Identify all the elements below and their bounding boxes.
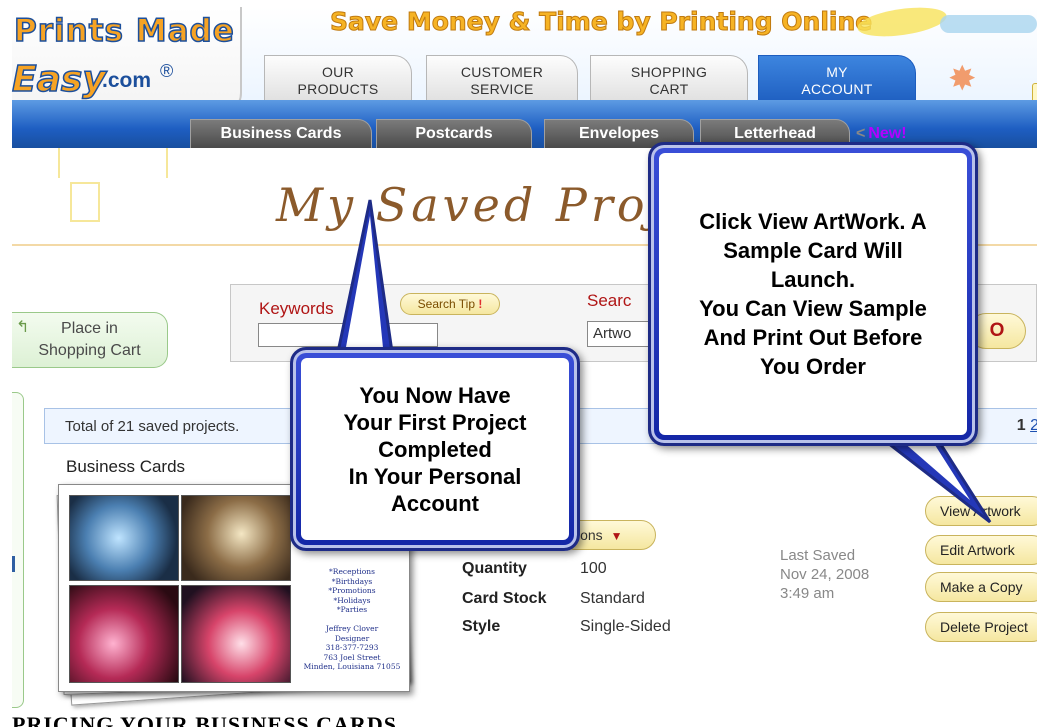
- view-artwork-button[interactable]: View Artwork: [925, 496, 1037, 526]
- search-tip-label: Search Tip: [417, 297, 476, 311]
- keywords-label: Keywords: [259, 299, 334, 318]
- logo-suffix: .com: [102, 69, 152, 92]
- card-text: *Receptions *Birthdays *Promotions *Holi…: [303, 567, 401, 671]
- callout-view-artwork: Click View ArtWork. A Sample Card Will L…: [648, 142, 978, 446]
- detail-key-card-stock: Card Stock: [462, 590, 547, 607]
- last-saved-time: 3:49 am: [780, 585, 835, 602]
- subtab-business-cards[interactable]: Business Cards: [190, 119, 372, 148]
- place-in-cart-label: Place in Shopping Cart: [38, 320, 141, 359]
- detail-key-quantity: Quantity: [462, 560, 527, 577]
- exclamation-icon: !: [478, 297, 483, 311]
- page: Prints Made Easy .com ® Save Money & Tim…: [0, 0, 1037, 727]
- make-a-copy-button[interactable]: Make a Copy: [925, 572, 1037, 602]
- decorative-frame: [58, 148, 168, 178]
- subtab-new-label: New!: [868, 124, 907, 142]
- detail-value-style: Single-Sided: [580, 618, 671, 635]
- subtab-postcards[interactable]: Postcards: [376, 119, 532, 148]
- page-title: My Saved Proje: [276, 178, 699, 232]
- card-photo: [181, 585, 291, 683]
- logo-registered-mark: ®: [160, 61, 174, 81]
- decorative-frame: [70, 182, 100, 222]
- total-projects: Total of 21 saved projects.: [65, 418, 240, 435]
- detail-value-quantity: 100: [580, 560, 607, 577]
- place-in-cart-button[interactable]: ↰ Place in Shopping Cart: [12, 312, 168, 368]
- caret-down-icon: ▼: [610, 529, 623, 543]
- tagline: Save Money & Time by Printing Online: [329, 7, 873, 37]
- tab-our-products[interactable]: OUR PRODUCTS: [264, 55, 412, 105]
- options-label: ions: [577, 527, 603, 543]
- cart-arrow-icon: ↰: [16, 319, 30, 336]
- star-icon: ✸: [948, 60, 977, 98]
- last-saved-label: Last Saved: [780, 547, 856, 564]
- logo-line-1: Prints Made: [13, 12, 235, 50]
- tab-my-account[interactable]: MY ACCOUNT: [758, 55, 916, 105]
- search-tip-button[interactable]: Search Tip !: [400, 293, 500, 315]
- section-heading: Business Cards: [66, 457, 186, 476]
- card-photo: [69, 495, 179, 581]
- search-in-label: Searc: [587, 291, 632, 310]
- side-panel-edge: [12, 392, 24, 708]
- delete-project-button[interactable]: Delete Project: [925, 612, 1037, 642]
- keywords-input[interactable]: [258, 323, 438, 347]
- card-photo: [69, 585, 179, 683]
- detail-key-style: Style: [462, 618, 501, 635]
- callout-view-artwork-text: Click View ArtWork. A Sample Card Will L…: [659, 153, 967, 435]
- side-marker: [12, 556, 15, 572]
- callout-first-project: You Now Have Your First Project Complete…: [290, 347, 580, 551]
- last-saved-date: Nov 24, 2008: [780, 566, 870, 583]
- detail-value-card-stock: Standard: [580, 590, 645, 607]
- bottom-heading: PRICING YOUR BUSINESS CARDS: [12, 712, 397, 727]
- logo-line-2: Easy: [11, 58, 106, 101]
- tab-customer-service[interactable]: CUSTOMER SERVICE: [426, 55, 578, 105]
- tab-shopping-cart[interactable]: SHOPPING CART: [590, 55, 748, 105]
- last-saved: Last Saved Nov 24, 2008 3:49 am: [780, 546, 869, 603]
- pagination: 1 2: [1017, 417, 1037, 435]
- chevron-left-icon: <: [856, 124, 866, 142]
- decorative-swash: [940, 15, 1037, 33]
- page-current: 1: [1016, 417, 1026, 434]
- card-photo: [181, 495, 291, 581]
- callout-first-project-text: You Now Have Your First Project Complete…: [301, 358, 569, 540]
- page-link-2[interactable]: 2: [1030, 417, 1037, 434]
- edit-artwork-button[interactable]: Edit Artwork: [925, 535, 1037, 565]
